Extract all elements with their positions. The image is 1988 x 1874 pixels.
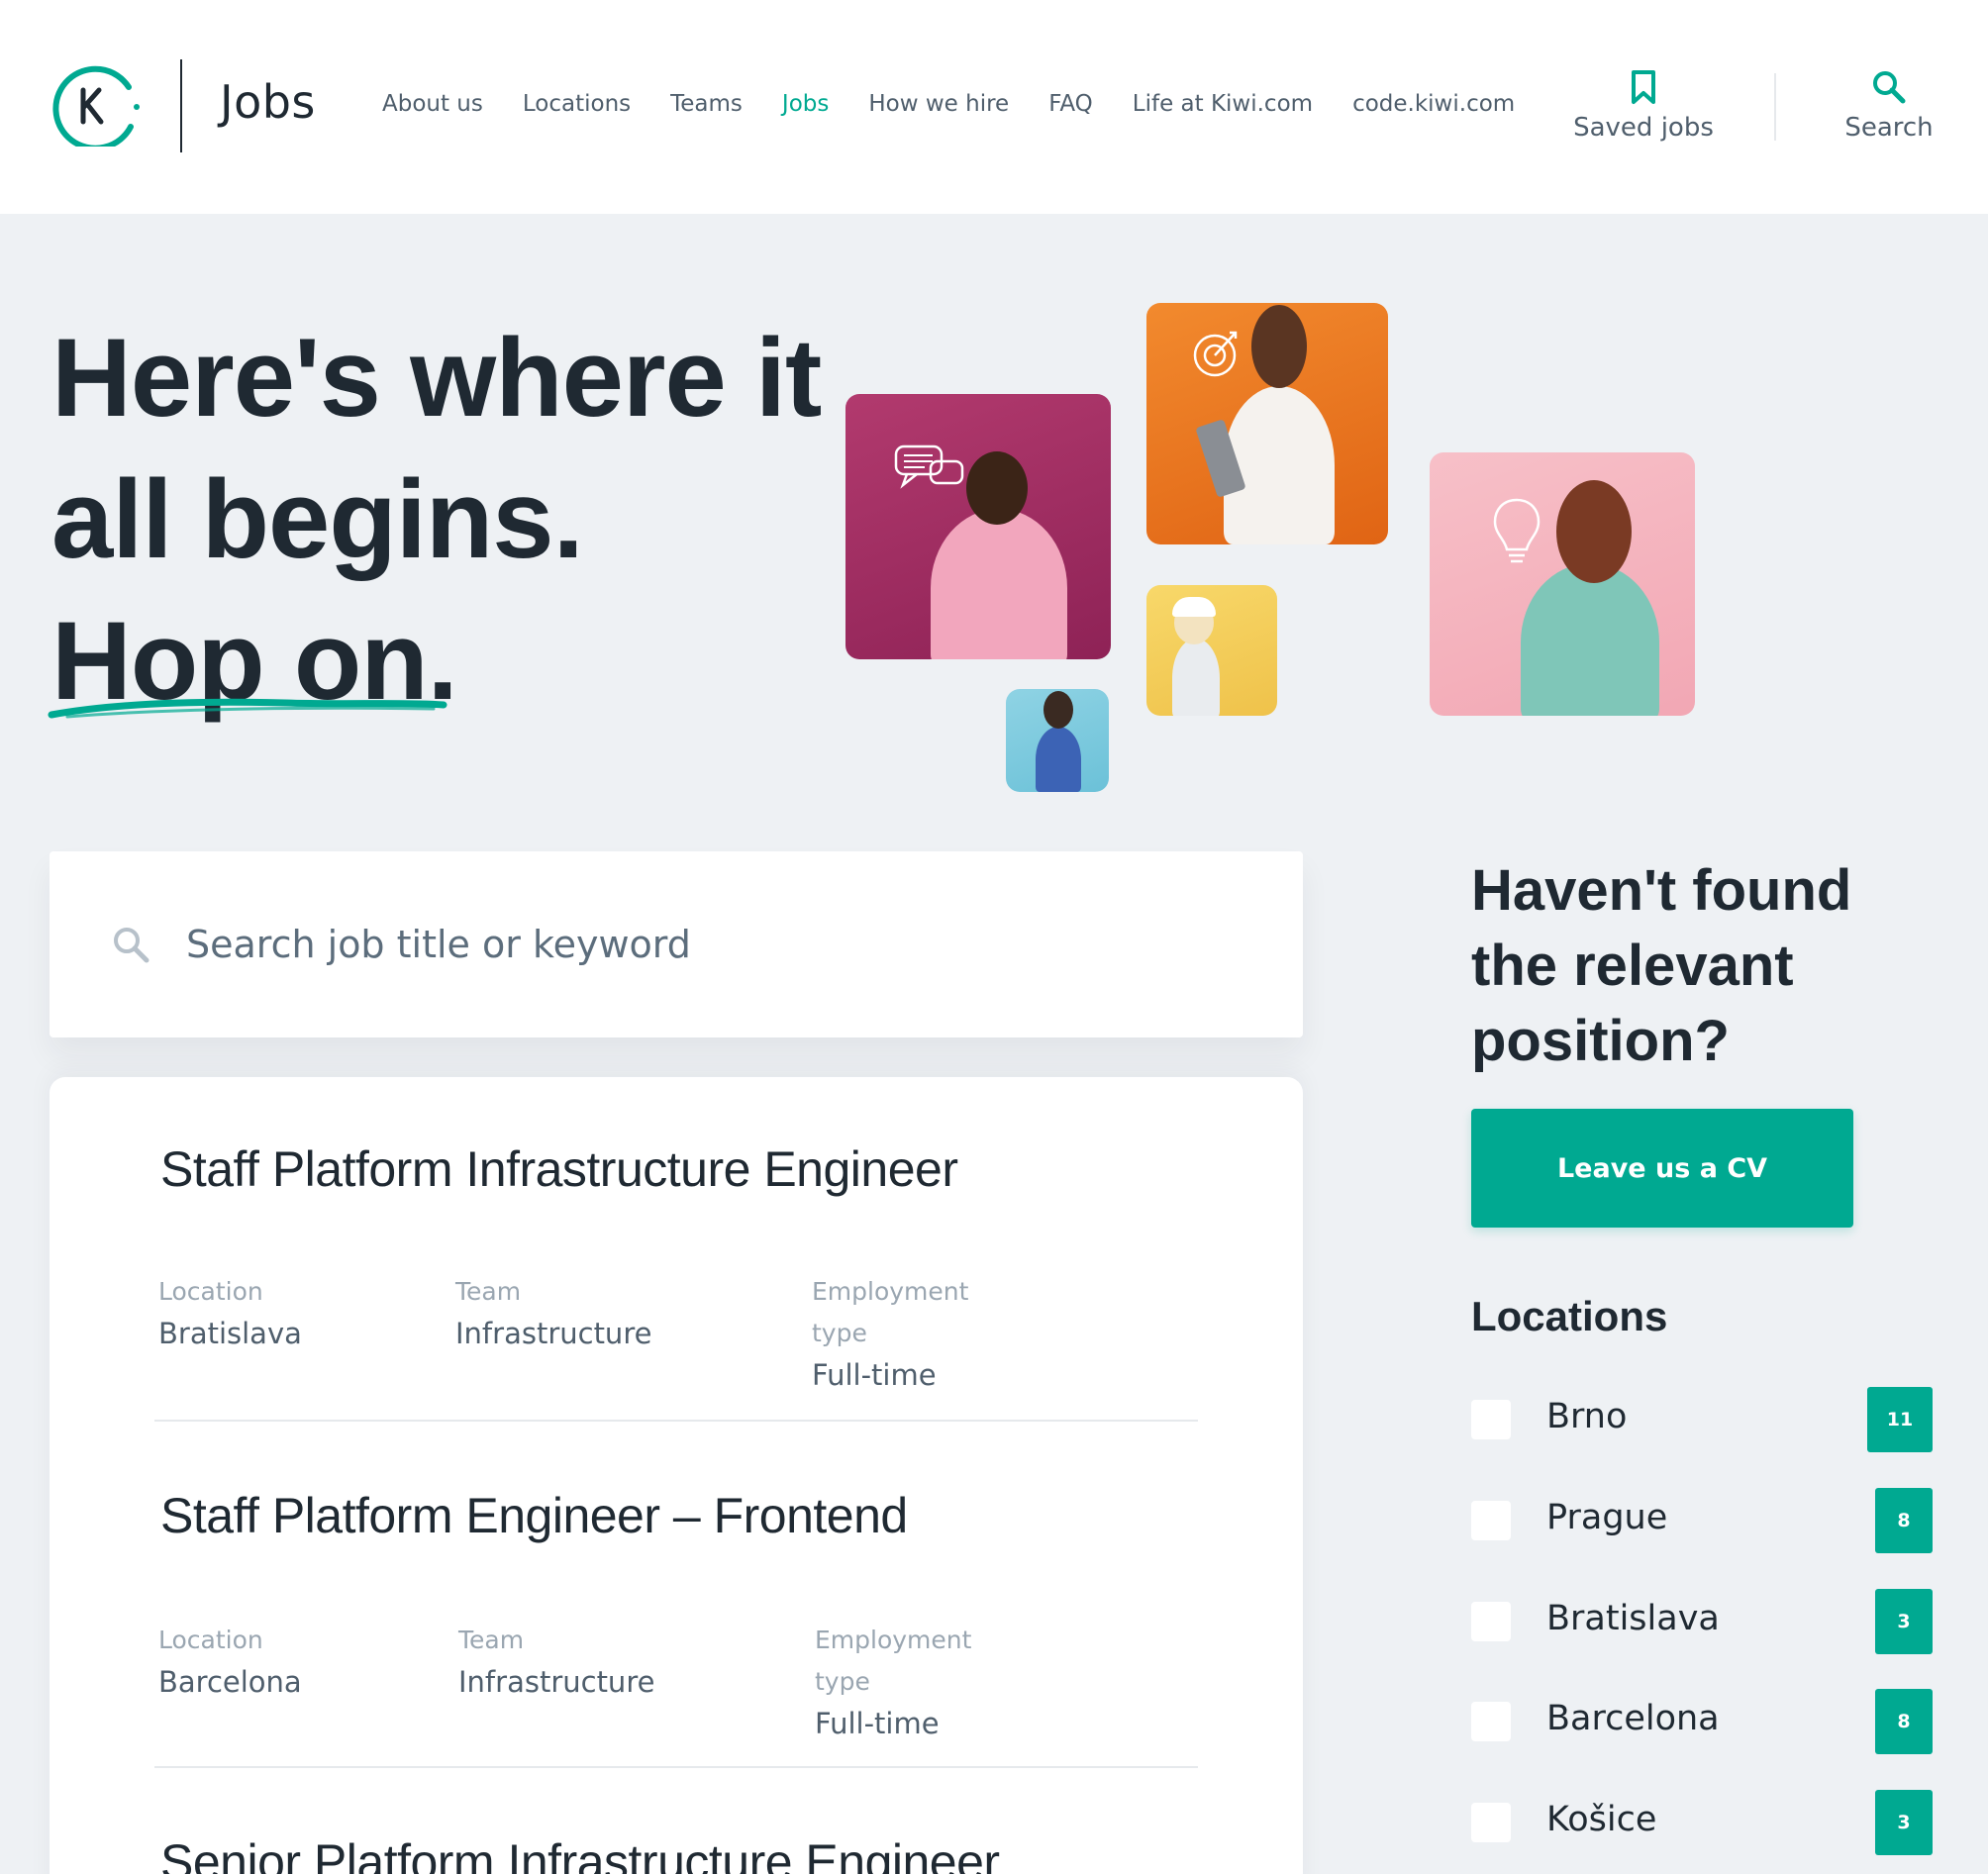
location-filter-kosice[interactable]: Košice 3 [1471,1790,1933,1855]
nav-life-at-kiwi[interactable]: Life at Kiwi.com [1133,91,1313,117]
job-location: Location Barcelona [158,1620,302,1703]
location-name: Bratislava [1546,1599,1720,1638]
nav-faq[interactable]: FAQ [1048,91,1093,117]
job-team-label: Team [455,1277,522,1306]
job-title[interactable]: Staff Platform Infrastructure Engineer [160,1140,958,1198]
cv-prompt-line-1: Haven't found [1471,858,1852,923]
location-checkbox[interactable] [1471,1803,1511,1842]
job-card[interactable]: Staff Platform Infrastructure Engineer L… [154,1077,1198,1422]
job-type-label-1: Employment [815,1626,972,1654]
logo-divider [180,59,182,152]
job-location-value: Bratislava [158,1317,302,1350]
saved-jobs-label: Saved jobs [1573,113,1714,143]
brand-title[interactable]: Jobs [220,75,316,129]
nav-teams[interactable]: Teams [670,91,743,117]
cv-prompt-line-2: the relevant [1471,934,1794,998]
locations-filter-heading: Locations [1471,1293,1668,1339]
nav-code-kiwi[interactable]: code.kiwi.com [1352,91,1515,117]
location-checkbox[interactable] [1471,1702,1511,1741]
job-location-label: Location [158,1626,263,1654]
location-checkbox[interactable] [1471,1400,1511,1439]
location-filter-brno[interactable]: Brno 11 [1471,1387,1933,1452]
job-team-value: Infrastructure [455,1317,652,1350]
job-location-label: Location [158,1277,263,1306]
nav-jobs[interactable]: Jobs [782,91,829,117]
nav-how-we-hire[interactable]: How we hire [868,91,1009,117]
bookmark-icon [1632,70,1655,104]
job-team: Team Infrastructure [455,1271,651,1354]
header-search-label: Search [1844,113,1934,143]
job-location-value: Barcelona [158,1665,302,1699]
location-count-badge: 3 [1875,1790,1933,1855]
cv-prompt-title: Haven't found the relevant position? [1471,853,1851,1079]
nav-about-us[interactable]: About us [382,91,483,117]
job-card[interactable]: Staff Platform Engineer – Frontend Locat… [154,1422,1198,1768]
job-team-label: Team [458,1626,525,1654]
job-employment-type: Employment type Full-time [812,1271,968,1396]
leave-cv-button[interactable]: Leave us a CV [1471,1109,1853,1228]
team-photo-lightbulb [1430,452,1695,716]
location-count-badge: 11 [1867,1387,1933,1452]
search-icon [1873,71,1906,104]
location-name: Prague [1546,1498,1668,1537]
location-name: Brno [1546,1397,1628,1436]
site-header: Jobs About us Locations Teams Jobs How w… [0,0,1988,214]
team-photo-headset [845,394,1111,659]
chat-bubbles-icon [894,444,964,489]
location-filter-bratislava[interactable]: Bratislava 3 [1471,1589,1933,1654]
job-type-label-2: type [815,1667,870,1696]
saved-jobs-button[interactable]: Saved jobs [1564,69,1723,143]
job-search-input[interactable] [186,923,1176,966]
location-count-badge: 8 [1875,1488,1933,1553]
hero-title: Here's where it all begins. Hop on. [51,307,822,732]
team-photo-glasses [1006,689,1109,792]
target-icon [1193,331,1238,377]
job-type-value: Full-time [812,1358,937,1392]
job-title[interactable]: Staff Platform Engineer – Frontend [160,1487,908,1544]
brush-underline-icon [48,698,447,719]
hero-line-2: all begins. [51,457,584,581]
location-checkbox[interactable] [1471,1501,1511,1540]
main-nav: About us Locations Teams Jobs How we hir… [382,91,1515,117]
job-search-box[interactable] [50,851,1303,1037]
cv-prompt-line-3: position? [1471,1009,1730,1073]
location-count-badge: 3 [1875,1589,1933,1654]
job-title[interactable]: Senior Platform Infrastructure Engineer [160,1833,1000,1874]
location-checkbox[interactable] [1471,1602,1511,1641]
kiwi-logo-icon[interactable] [48,65,143,151]
header-separator [1774,73,1776,141]
job-list: Staff Platform Infrastructure Engineer L… [50,1077,1303,1874]
job-type-value: Full-time [815,1707,940,1740]
job-employment-type: Employment type Full-time [815,1620,971,1744]
header-search-button[interactable]: Search [1830,69,1948,143]
location-filter-barcelona[interactable]: Barcelona 8 [1471,1689,1933,1754]
team-photo-laptop [1146,303,1388,544]
job-card[interactable]: Senior Platform Infrastructure Engineer [154,1768,1198,1874]
location-name: Košice [1546,1800,1657,1839]
location-name: Barcelona [1546,1699,1720,1738]
team-photo-helmet [1146,585,1277,716]
job-type-label-1: Employment [812,1277,969,1306]
job-team: Team Infrastructure [458,1620,654,1703]
hero-line-1: Here's where it [51,316,822,440]
job-team-value: Infrastructure [458,1665,655,1699]
location-count-badge: 8 [1875,1689,1933,1754]
job-type-label-2: type [812,1319,867,1347]
search-icon [114,928,149,963]
lightbulb-icon [1493,498,1541,563]
job-location: Location Bratislava [158,1271,302,1354]
location-filter-prague[interactable]: Prague 8 [1471,1488,1933,1553]
nav-locations[interactable]: Locations [523,91,631,117]
